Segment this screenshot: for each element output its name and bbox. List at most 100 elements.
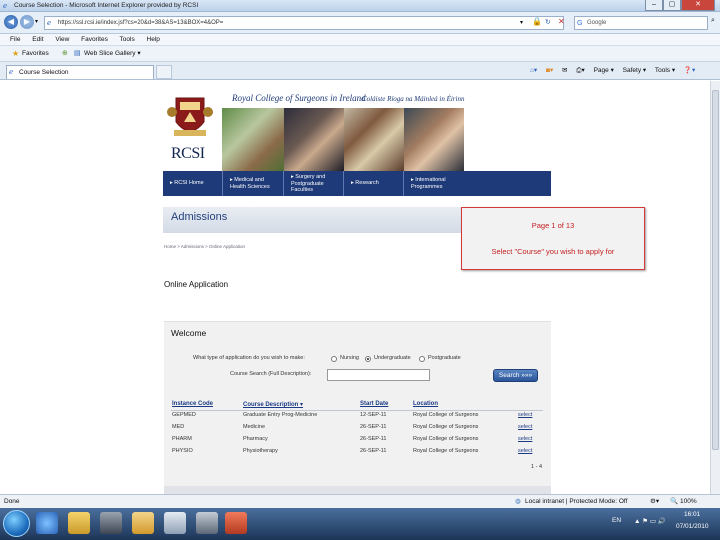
radio-nursing[interactable] (331, 356, 337, 362)
menu-tools[interactable]: Tools (120, 36, 135, 43)
nav-research[interactable]: ▸ Research (344, 171, 404, 196)
col-start-date[interactable]: Start Date (360, 401, 388, 407)
cell-location: Royal College of Surgeons (413, 424, 479, 430)
lock-icon[interactable]: 🔒 (532, 17, 542, 26)
radio-undergraduate[interactable] (365, 356, 371, 362)
menu-edit[interactable]: Edit (32, 36, 43, 43)
language-indicator[interactable]: EN (612, 517, 621, 524)
cell-start-date: 26-SEP-11 (360, 424, 387, 430)
menu-view[interactable]: View (55, 36, 69, 43)
cell-description: Physiotherapy (243, 448, 278, 454)
status-bar: Done ◍ Local intranet | Protected Mode: … (0, 494, 720, 508)
help-icon[interactable]: ❓▾ (684, 67, 695, 74)
radio-postgraduate[interactable] (419, 356, 425, 362)
folder-icon[interactable] (68, 512, 90, 534)
select-link[interactable]: select (518, 424, 532, 430)
application-type-question: What type of application do you wish to … (193, 355, 305, 361)
favorites-bar: ★ Favorites ⊕ ▤ Web Slice Gallery ▾ (0, 46, 720, 62)
callout-instruction: Select "Course" you wish to apply for (491, 247, 615, 256)
cell-code: PHYSIO (172, 448, 193, 454)
cell-code: GEPMED (172, 412, 196, 418)
ie-icon: ℯ (3, 3, 8, 10)
tools-icon[interactable] (196, 512, 218, 534)
college-name: Royal College of Surgeons in Ireland (232, 93, 366, 103)
maximize-button[interactable]: ▢ (663, 0, 681, 11)
search-icon[interactable]: ⌕ (711, 17, 715, 25)
cell-code: PHARM (172, 436, 192, 442)
feeds-icon[interactable]: ◙▾ (546, 67, 553, 74)
refresh-icon[interactable]: ↻ (545, 18, 551, 26)
welcome-heading: Welcome (171, 328, 207, 338)
menu-favorites[interactable]: Favorites (81, 36, 108, 43)
select-link[interactable]: select (518, 448, 532, 454)
google-icon: G (577, 20, 583, 27)
nav-surgery-postgraduate[interactable]: ▸ Surgery and Postgraduate Faculties (284, 171, 344, 196)
start-button[interactable] (3, 510, 30, 537)
back-button[interactable]: ◀ (4, 15, 18, 29)
rcsi-logo-text: RCSI (171, 145, 205, 162)
cell-description: Pharmacy (243, 436, 268, 442)
col-course-description[interactable]: Course Description ▾ (243, 401, 303, 408)
clock-date[interactable]: 07/01/2010 (676, 523, 709, 530)
tab-label: Course Selection (19, 69, 69, 76)
menu-help[interactable]: Help (147, 36, 160, 43)
label-nursing: Nursing (340, 355, 359, 361)
command-bar: ⌂▾ ◙▾ ✉ ⎙▾ Page ▾ Safety ▾ Tools ▾ ❓▾ (530, 64, 720, 78)
chevron-down-icon[interactable]: ▾ (35, 18, 38, 25)
nav-rcsi-home[interactable]: ▸ RCSI Home (163, 171, 223, 196)
address-bar: ◀ ▶ ▾ ℯ https://ssl.rcsi.ie/index.jsf?cs… (0, 12, 720, 34)
system-tray: EN ▲ ⚑ ▭ 🔊 16:01 07/01/2010 (604, 508, 720, 540)
breadcrumb[interactable]: Home > Admissions > Online Application (164, 244, 245, 249)
photo-graduation (284, 108, 344, 171)
dropdown-icon[interactable]: ▾ (520, 19, 523, 26)
url-input[interactable]: ℯ https://ssl.rcsi.ie/index.jsf?cs=20&d=… (44, 16, 564, 30)
nav-international-programmes[interactable]: ▸ International Programmes (404, 171, 464, 196)
close-button[interactable]: ✕ (681, 0, 715, 11)
add-favorite-icon[interactable]: ⊕ (62, 46, 68, 62)
print-icon[interactable]: ⎙▾ (576, 67, 584, 74)
app-icon[interactable] (164, 512, 186, 534)
select-link[interactable]: select (518, 436, 532, 442)
web-slice-gallery[interactable]: Web Slice Gallery ▾ (84, 46, 141, 62)
table-row: GEPMED Graduate Entry Prog-Medicine 12-S… (171, 411, 543, 422)
powerpoint-icon[interactable] (225, 512, 247, 534)
search-input[interactable]: G Google (574, 16, 708, 30)
clock-time[interactable]: 16:01 (684, 511, 700, 518)
tools-menu[interactable]: Tools ▾ (655, 67, 675, 74)
stop-icon[interactable]: ✕ (558, 17, 565, 26)
new-tab-button[interactable] (156, 65, 172, 79)
pagination-info: 1 - 4 (531, 464, 543, 470)
cell-description: Medicine (243, 424, 266, 430)
col-instance-code[interactable]: Instance Code (172, 401, 213, 407)
table-row: PHARM Pharmacy 26-SEP-11 Royal College o… (171, 435, 543, 446)
course-search-label: Course Search (Full Description): (230, 371, 312, 377)
minimize-button[interactable]: – (645, 0, 663, 11)
menu-file[interactable]: File (10, 36, 20, 43)
zoom-level[interactable]: 100% (680, 495, 697, 508)
section-title: Admissions (171, 211, 228, 223)
security-zone[interactable]: Local intranet | Protected Mode: Off (525, 495, 627, 508)
cell-location: Royal College of Surgeons (413, 436, 479, 442)
media-player-icon[interactable] (100, 512, 122, 534)
col-location[interactable]: Location (413, 401, 438, 407)
explorer-icon[interactable] (132, 512, 154, 534)
nav-medical-health-sciences[interactable]: ▸ Medical and Health Sciences (223, 171, 284, 196)
search-button[interactable]: Search »»» (493, 369, 538, 382)
select-link[interactable]: select (518, 412, 532, 418)
course-search-input[interactable] (327, 369, 430, 381)
tab-course-selection[interactable]: ℯ Course Selection (6, 65, 154, 79)
college-irish-name: Coláiste Ríoga na Máinleá in Éirinn (362, 95, 465, 103)
forward-button[interactable]: ▶ (20, 15, 34, 29)
photo-students (344, 108, 404, 171)
mail-icon[interactable]: ✉ (562, 67, 567, 74)
photo-campus (222, 108, 284, 171)
favorites-button[interactable]: Favorites (22, 46, 49, 62)
home-icon[interactable]: ⌂▾ (530, 67, 537, 74)
safety-menu[interactable]: Safety ▾ (623, 67, 647, 74)
internet-explorer-icon[interactable] (36, 512, 58, 534)
page-menu[interactable]: Page ▾ (594, 67, 614, 74)
tray-icons[interactable]: ▲ ⚑ ▭ 🔊 (634, 517, 666, 525)
search-placeholder: Google (587, 20, 607, 26)
cell-start-date: 26-SEP-11 (360, 436, 387, 442)
scrollbar-thumb[interactable] (712, 90, 719, 450)
